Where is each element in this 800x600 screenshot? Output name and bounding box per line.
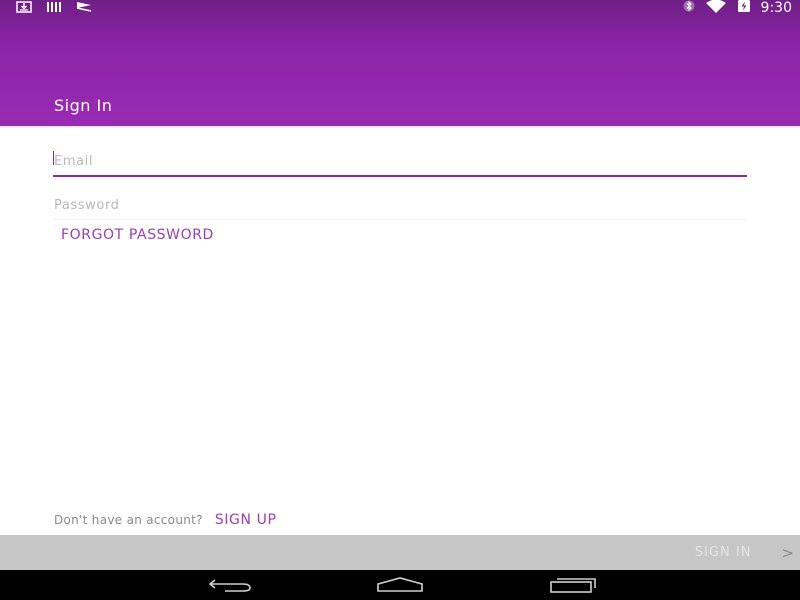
bluetooth-icon — [683, 0, 695, 17]
password-field-wrapper — [53, 194, 747, 220]
navigation-bar — [0, 570, 800, 600]
wifi-icon — [705, 0, 727, 17]
text-caret — [53, 151, 54, 165]
header-shadow — [0, 126, 800, 129]
signal-flag-icon — [76, 1, 92, 17]
forgot-password-button[interactable]: FORGOT PASSWORD — [61, 227, 214, 243]
email-field-wrapper — [53, 150, 747, 177]
signin-label: SIGN IN — [694, 545, 752, 560]
status-bar: 9:30 — [0, 0, 800, 16]
status-time: 9:30 — [760, 0, 792, 16]
signup-button[interactable]: SIGN UP — [215, 512, 277, 528]
signup-row: Don't have an account? SIGN UP — [54, 512, 277, 528]
page-title: Sign In — [54, 96, 113, 115]
app-header: 9:30 Sign In — [0, 0, 800, 126]
signin-button[interactable]: SIGN IN > — [620, 535, 800, 570]
chevron-right-icon: > — [781, 543, 794, 562]
back-icon[interactable] — [205, 574, 255, 596]
password-field[interactable] — [53, 198, 747, 220]
home-icon[interactable] — [375, 574, 425, 596]
signup-prompt: Don't have an account? — [54, 513, 203, 527]
email-field[interactable] — [53, 154, 747, 177]
download-icon — [16, 1, 32, 17]
recents-icon[interactable] — [548, 574, 598, 596]
barcode-icon — [46, 1, 62, 17]
battery-charging-icon — [737, 0, 751, 17]
action-bar: SIGN IN > — [0, 535, 800, 570]
